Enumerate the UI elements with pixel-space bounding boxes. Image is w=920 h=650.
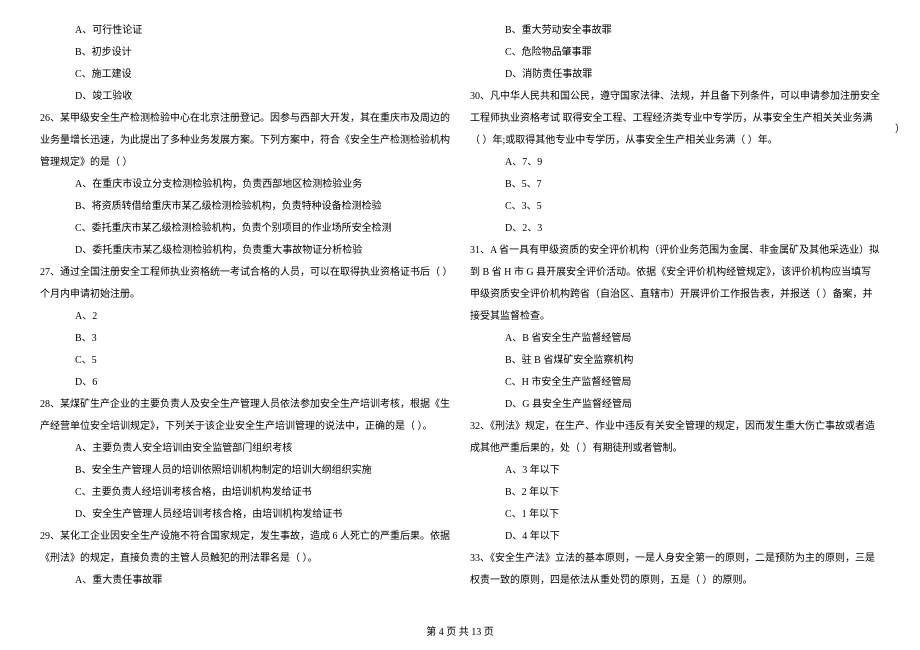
q30-stem: 30、凡中华人民共和国公民，遵守国家法律、法规，并且备下列条件，可以申请参加注册… <box>470 86 880 152</box>
q30-option-a: A、7、9 <box>470 152 880 174</box>
q29-option-b: B、重大劳动安全事故罪 <box>470 20 880 42</box>
q32-option-b: B、2 年以下 <box>470 482 880 504</box>
right-column: B、重大劳动安全事故罪 C、危险物品肇事罪 D、消防责任事故罪 30、凡中华人民… <box>470 20 880 592</box>
q27-option-a: A、2 <box>40 306 450 328</box>
q25-option-c: C、施工建设 <box>40 64 450 86</box>
q30-option-b: B、5、7 <box>470 174 880 196</box>
q27-option-d: D、6 <box>40 372 450 394</box>
paren-mark: ） <box>895 120 905 135</box>
q31-option-d: D、G 县安全生产监督经管局 <box>470 394 880 416</box>
q27-option-c: C、5 <box>40 350 450 372</box>
q33-stem: 33、《安全生产法》立法的基本原则，一是人身安全第一的原则，二是预防为主的原则，… <box>470 548 880 592</box>
q29-option-a: A、重大责任事故罪 <box>40 570 450 592</box>
q29-option-d: D、消防责任事故罪 <box>470 64 880 86</box>
q26-stem: 26、某甲级安全生产检测检验中心在北京注册登记。因参与西部大开发，其在重庆市及周… <box>40 108 450 174</box>
q28-option-d: D、安全生产管理人员经培训考核合格，由培训机构发给证书 <box>40 504 450 526</box>
q31-option-c: C、H 市安全生产监督经管局 <box>470 372 880 394</box>
page-content: A、可行性论证 B、初步设计 C、施工建设 D、竣工验收 26、某甲级安全生产检… <box>0 0 920 622</box>
q26-option-a: A、在重庆市设立分支检测检验机构，负责西部地区检测检验业务 <box>40 174 450 196</box>
q30-option-d: D、2、3 <box>470 218 880 240</box>
q25-option-d: D、竣工验收 <box>40 86 450 108</box>
q32-stem: 32、《刑法》规定，在生产、作业中违反有关安全管理的规定，因而发生重大伤亡事故或… <box>470 416 880 460</box>
q26-option-b: B、将资质转借给重庆市某乙级检测检验机构，负责特种设备检测检验 <box>40 196 450 218</box>
q28-option-c: C、主要负责人经培训考核合格，由培训机构发给证书 <box>40 482 450 504</box>
q32-option-d: D、4 年以下 <box>470 526 880 548</box>
q26-option-d: D、委托重庆市某乙级检测检验机构，负责重大事故物证分析检验 <box>40 240 450 262</box>
q32-option-a: A、3 年以下 <box>470 460 880 482</box>
q28-option-a: A、主要负责人安全培训由安全监管部门组织考核 <box>40 438 450 460</box>
page-footer: 第 4 页 共 13 页 <box>0 623 920 638</box>
q31-option-b: B、驻 B 省煤矿安全监察机构 <box>470 350 880 372</box>
q31-stem: 31、A 省一具有甲级资质的安全评价机构（评价业务范围为金属、非金属矿及其他采选… <box>470 240 880 328</box>
q27-option-b: B、3 <box>40 328 450 350</box>
q31-option-a: A、B 省安全生产监督经管局 <box>470 328 880 350</box>
q28-stem: 28、某煤矿生产企业的主要负责人及安全生产管理人员依法参加安全生产培训考核，根据… <box>40 394 450 438</box>
left-column: A、可行性论证 B、初步设计 C、施工建设 D、竣工验收 26、某甲级安全生产检… <box>40 20 450 592</box>
q29-stem: 29、某化工企业因安全生产设施不符合国家规定，发生事故，造成 6 人死亡的严重后… <box>40 526 450 570</box>
q25-option-a: A、可行性论证 <box>40 20 450 42</box>
q28-option-b: B、安全生产管理人员的培训依照培训机构制定的培训大纲组织实施 <box>40 460 450 482</box>
q30-option-c: C、3、5 <box>470 196 880 218</box>
q25-option-b: B、初步设计 <box>40 42 450 64</box>
q26-option-c: C、委托重庆市某乙级检测检验机构，负责个别项目的作业场所安全检测 <box>40 218 450 240</box>
q29-option-c: C、危险物品肇事罪 <box>470 42 880 64</box>
q32-option-c: C、1 年以下 <box>470 504 880 526</box>
q27-stem: 27、通过全国注册安全工程师执业资格统一考试合格的人员，可以在取得执业资格证书后… <box>40 262 450 306</box>
